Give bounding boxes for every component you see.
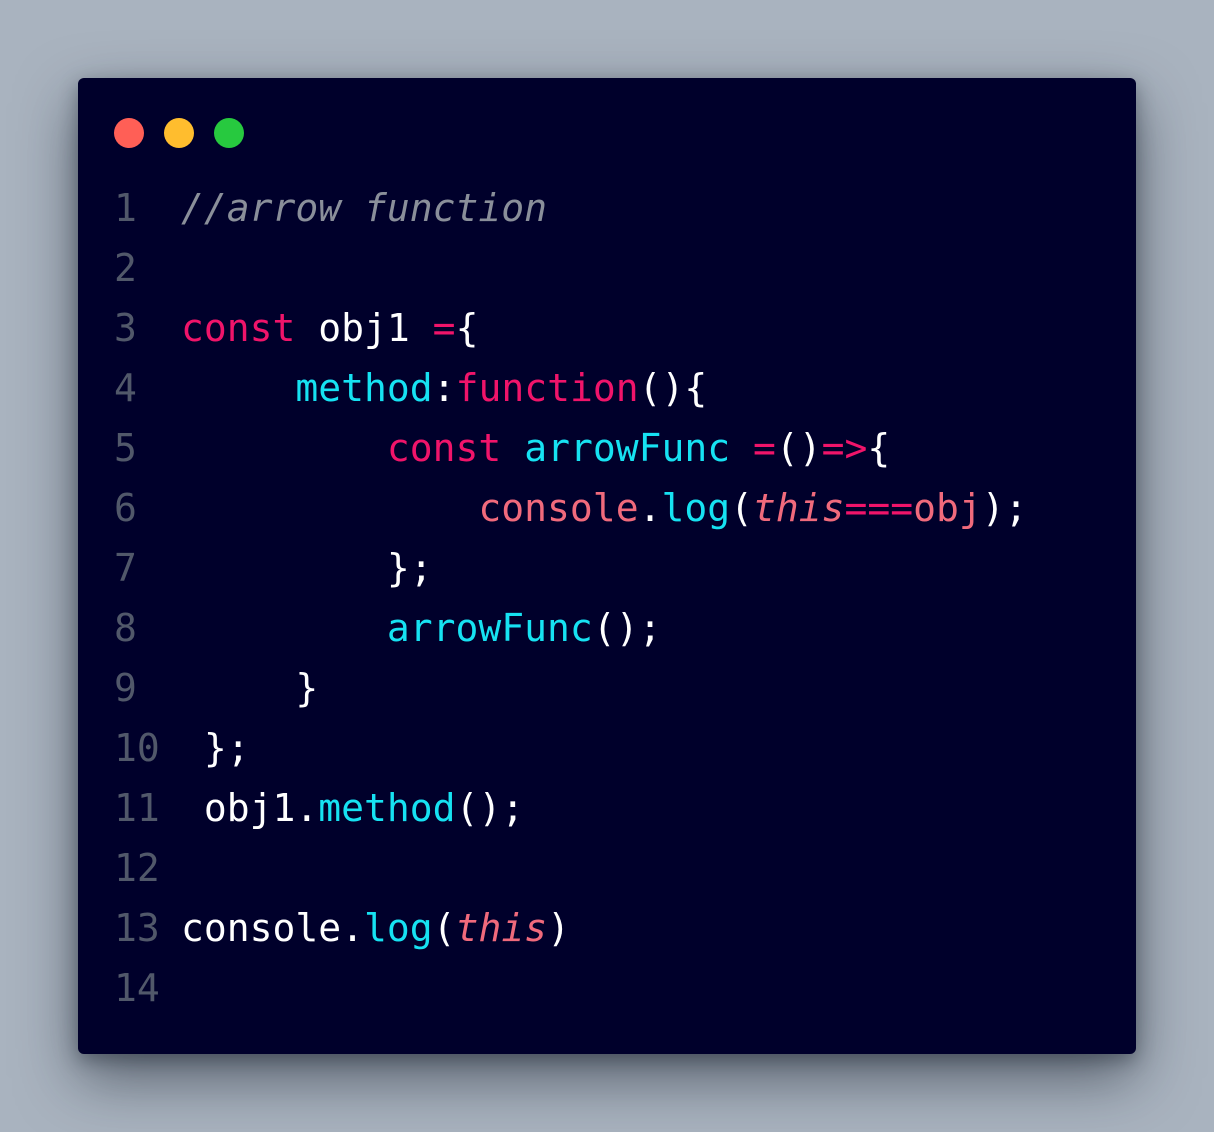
code-token: //arrow function — [181, 186, 548, 230]
code-token: arrowFunc — [386, 606, 593, 650]
line-number: 10 — [114, 726, 160, 770]
code-token: => — [821, 426, 868, 470]
code-text: } — [181, 658, 318, 718]
line-number: 3 — [114, 306, 137, 350]
code-token: obj1 — [181, 786, 296, 830]
code-line: 7 }; — [78, 538, 1136, 598]
line-number: 11 — [114, 786, 160, 830]
code-token: console — [181, 906, 342, 950]
code-text: //arrow function — [181, 178, 547, 238]
code-line: 9 } — [78, 658, 1136, 718]
code-line: 11 obj1.method(); — [78, 778, 1136, 838]
line-number: 4 — [114, 366, 137, 410]
code-token: : — [432, 366, 456, 410]
code-text: const arrowFunc =()=>{ — [181, 418, 890, 478]
line-number: 1 — [114, 186, 137, 230]
code-token: (){ — [638, 366, 708, 410]
code-text: console.log(this) — [181, 898, 570, 958]
code-token: = — [752, 426, 776, 470]
code-token: this — [455, 906, 548, 950]
code-token: (); — [592, 606, 662, 650]
code-token: const — [181, 306, 296, 350]
code-token: () — [775, 426, 822, 470]
line-number: 5 — [114, 426, 137, 470]
line-number: 14 — [114, 966, 160, 1010]
code-token: . — [638, 486, 662, 530]
code-token: log — [364, 906, 433, 950]
code-line: 5 const arrowFunc =()=>{ — [78, 418, 1136, 478]
code-token: ( — [730, 486, 753, 530]
code-token: log — [661, 486, 731, 530]
code-token: this — [753, 486, 845, 530]
code-token: obj1 — [295, 306, 433, 350]
code-token: ( — [432, 906, 456, 950]
code-token: . — [295, 786, 319, 830]
code-text: method:function(){ — [181, 358, 707, 418]
line-number: 12 — [114, 846, 160, 890]
code-token: const — [386, 426, 502, 470]
code-token: = — [432, 306, 456, 350]
code-token: } — [295, 666, 319, 710]
code-line: 1 //arrow function — [78, 178, 1136, 238]
close-dot-icon[interactable] — [114, 118, 144, 148]
code-token: }; — [386, 546, 433, 590]
line-number: 6 — [114, 486, 137, 530]
line-number: 8 — [114, 606, 137, 650]
code-line: 3 const obj1 ={ — [78, 298, 1136, 358]
code-token: console — [478, 486, 639, 530]
code-token: { — [867, 426, 891, 470]
code-token: arrowFunc — [524, 426, 731, 470]
code-line: 8 arrowFunc(); — [78, 598, 1136, 658]
code-token: . — [341, 906, 365, 950]
maximize-dot-icon[interactable] — [214, 118, 244, 148]
code-token: }; — [203, 726, 250, 770]
code-line: 13 console.log(this) — [78, 898, 1136, 958]
line-number: 2 — [114, 246, 137, 290]
code-token: (); — [455, 786, 525, 830]
code-text: const obj1 ={ — [181, 298, 478, 358]
line-number: 13 — [114, 906, 160, 950]
code-line: 14 — [78, 958, 1136, 1018]
code-text: arrowFunc(); — [181, 598, 662, 658]
code-token: { — [455, 306, 479, 350]
line-number: 9 — [114, 666, 137, 710]
code-token: === — [844, 486, 914, 530]
code-text: console.log(this===obj); — [181, 478, 1028, 538]
code-text: }; — [181, 538, 433, 598]
code-editor[interactable]: 1//arrow function 2 3 const obj1 ={4 method… — [78, 178, 1136, 1018]
code-token: method — [318, 786, 456, 830]
code-token: ) — [547, 906, 570, 950]
code-token: method — [295, 366, 433, 410]
minimize-dot-icon[interactable] — [164, 118, 194, 148]
code-line: 6 console.log(this===obj); — [78, 478, 1136, 538]
code-text: }; — [181, 718, 250, 778]
code-window: 1//arrow function 2 3 const obj1 ={4 method… — [78, 78, 1136, 1054]
code-line: 10 }; — [78, 718, 1136, 778]
code-text: obj1.method(); — [181, 778, 524, 838]
code-token: ); — [981, 486, 1028, 530]
code-line: 12 — [78, 838, 1136, 898]
code-line: 4 method:function(){ — [78, 358, 1136, 418]
code-token: function — [455, 366, 639, 410]
code-token: obj — [913, 486, 982, 530]
code-line: 2 — [78, 238, 1136, 298]
line-number: 7 — [114, 546, 137, 590]
